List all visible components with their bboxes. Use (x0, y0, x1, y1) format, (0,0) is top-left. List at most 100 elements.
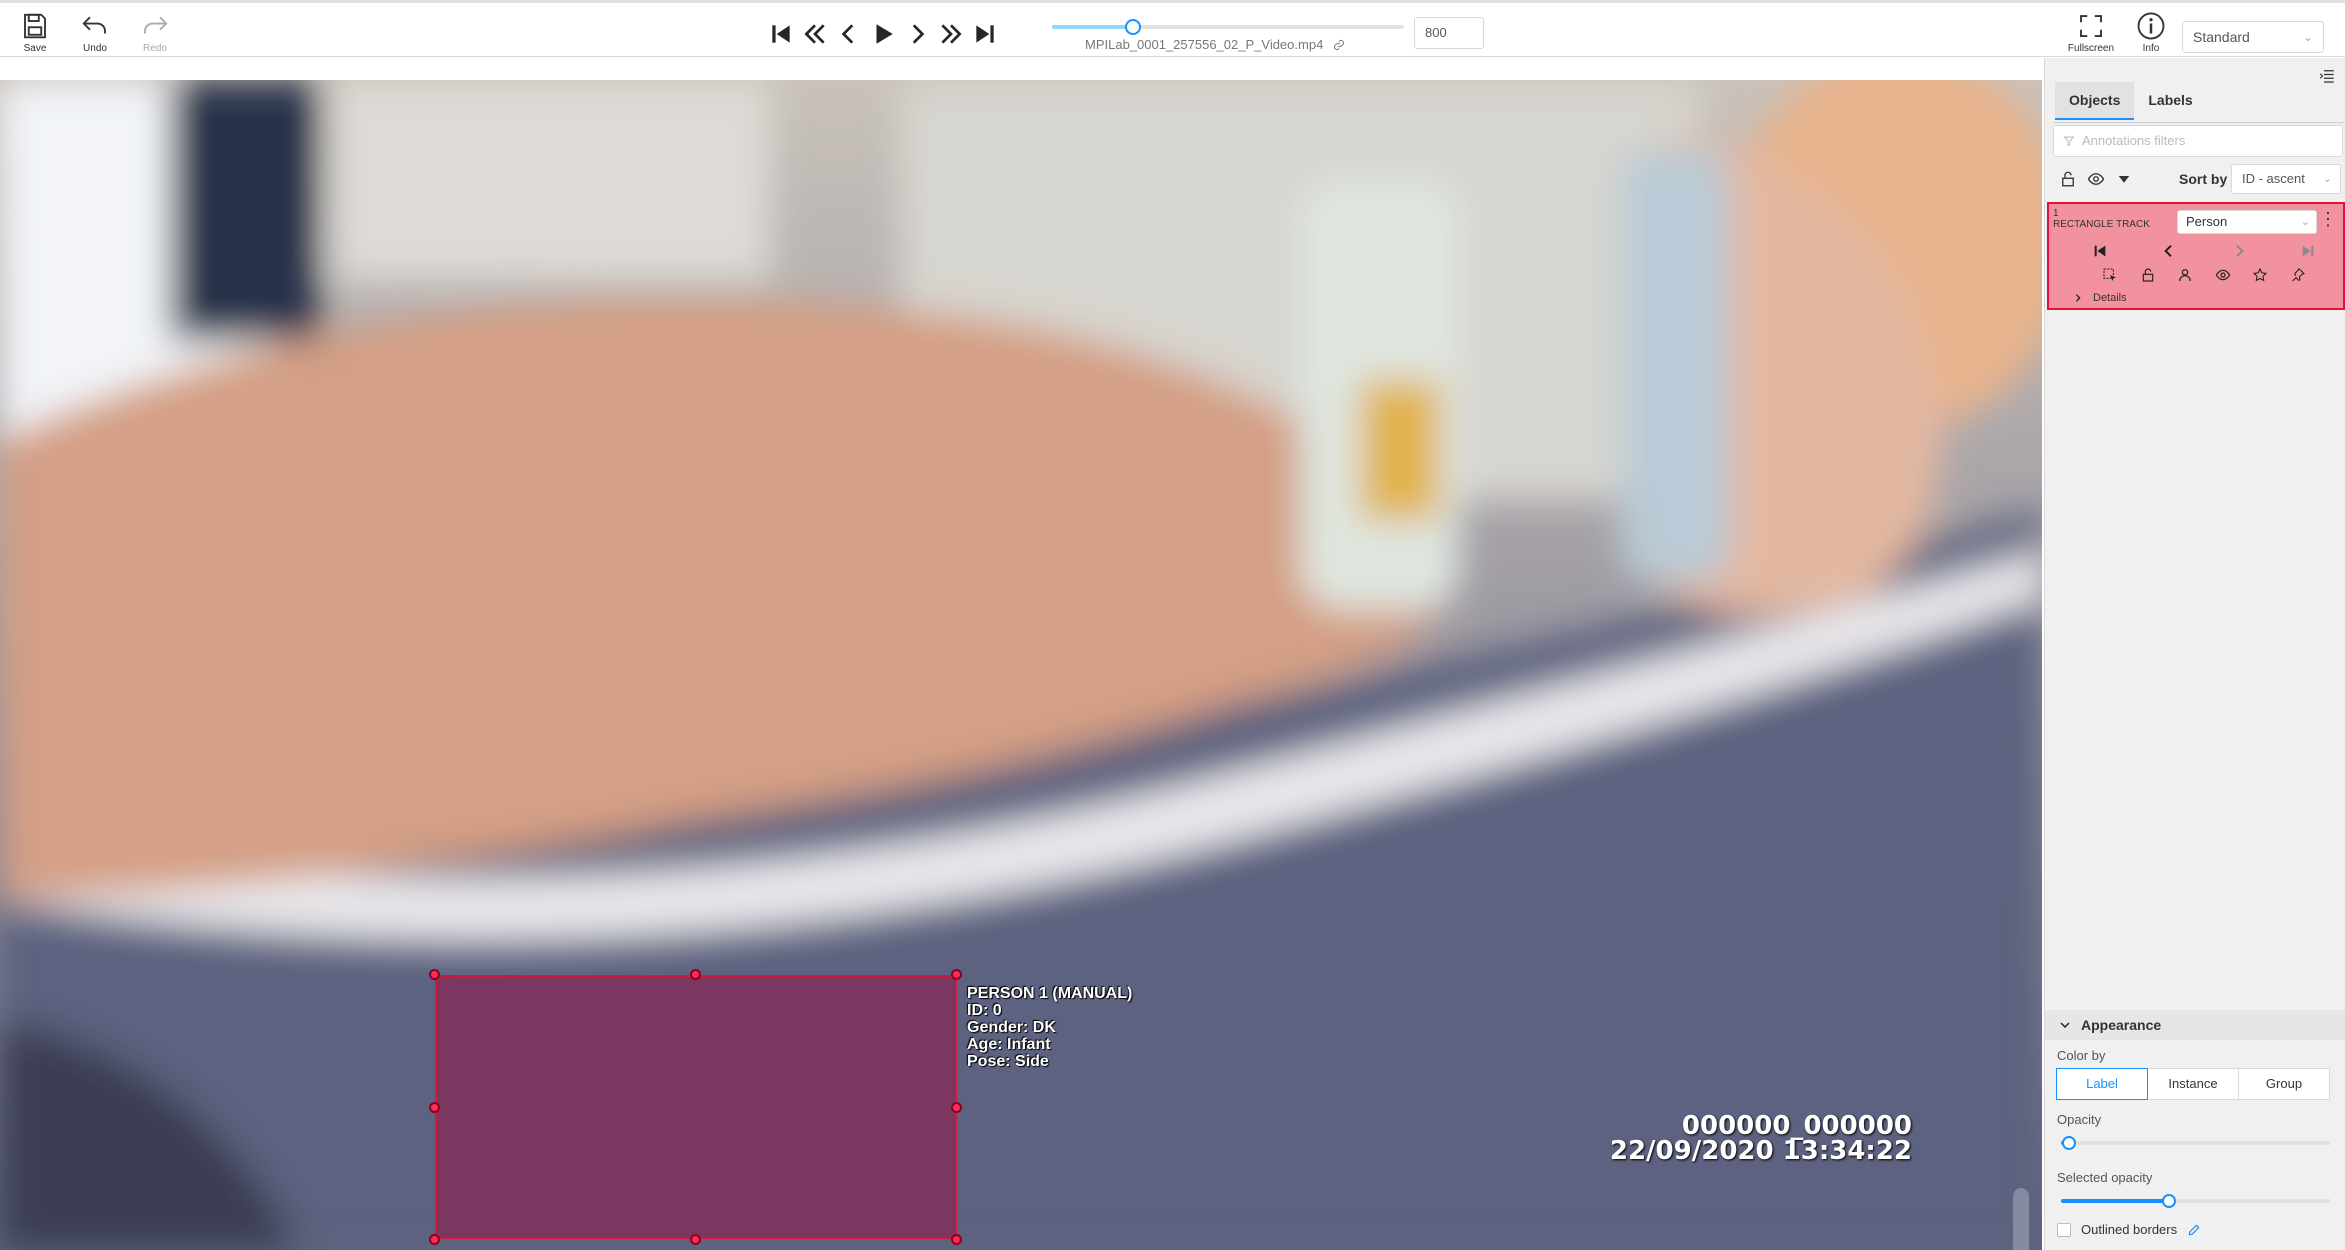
user-icon (2179, 269, 2192, 282)
info-icon (2137, 12, 2165, 40)
tab-objects[interactable]: Objects (2055, 82, 2135, 120)
chevron-down-icon (2060, 1022, 2070, 1029)
object-label-select[interactable]: Person ⌄ (2177, 210, 2317, 234)
last-keyframe-button[interactable] (2297, 240, 2319, 262)
redo-icon (144, 16, 168, 34)
filter-placeholder: Annotations filters (2082, 133, 2186, 148)
tab-labels[interactable]: Labels (2134, 82, 2206, 120)
annotation-canvas[interactable]: PERSON 1 (MANUAL) ID: 0 Gender: DK Age: … (0, 80, 2042, 1250)
next-keyframe-button[interactable] (2228, 240, 2250, 262)
unlock-icon (2142, 268, 2153, 282)
objects-sidebar: Objects Labels Annotations filters Sort … (2044, 58, 2345, 1250)
link-icon[interactable] (1333, 39, 1345, 51)
chevron-right-icon (2235, 244, 2244, 258)
undo-button[interactable]: Undo (65, 11, 125, 59)
previous-frame-button[interactable] (832, 17, 866, 51)
object-text-line: Age: Infant (967, 1036, 1051, 1053)
object-text-line: ID: 0 (967, 1002, 1002, 1019)
sort-select[interactable]: ID - ascent ⌄ (2231, 164, 2341, 194)
pin-toggle[interactable] (2287, 264, 2309, 286)
more-options-icon[interactable]: ⋮ (2319, 210, 2337, 228)
appearance-header[interactable]: Appearance (2045, 1010, 2345, 1040)
object-text-overlay: PERSON 1 (MANUAL) ID: 0 Gender: DK Age: … (967, 985, 1132, 1070)
visibility-toggle[interactable] (2212, 264, 2234, 286)
caret-down-icon[interactable] (2115, 170, 2133, 188)
edit-icon[interactable] (2187, 1223, 2201, 1237)
bbox-handle-bottom-right[interactable] (951, 1234, 962, 1245)
details-collapse[interactable]: Details (2073, 292, 2127, 304)
object-text-line: PERSON 1 (MANUAL) (967, 985, 1133, 1002)
opacity-slider-handle[interactable] (2062, 1136, 2077, 1150)
last-frame-icon (976, 25, 994, 43)
top-toolbar: Save Undo Redo MPILab_0001_257556_02_P_V… (0, 0, 2345, 57)
menu-fold-icon (2319, 70, 2334, 83)
last-frame-button[interactable] (968, 17, 1002, 51)
object-actions (2089, 264, 2319, 286)
star-icon (2253, 267, 2268, 282)
bbox-handle-top-right[interactable] (951, 969, 962, 980)
bounding-box[interactable] (435, 975, 957, 1239)
color-by-label-option[interactable]: Label (2056, 1068, 2148, 1100)
save-button[interactable]: Save (5, 11, 65, 59)
opacity-slider[interactable] (2061, 1136, 2331, 1150)
selected-opacity-slider[interactable] (2061, 1194, 2331, 1208)
occluded-toggle[interactable] (2174, 264, 2196, 286)
object-item-card[interactable]: 1 RECTANGLE TRACK Person ⌄ ⋮ Details (2047, 202, 2345, 310)
fullscreen-button[interactable]: Fullscreen (2061, 11, 2121, 59)
canvas-zoom-scrollbar[interactable] (2013, 1188, 2029, 1250)
keyframe-nav (2089, 240, 2319, 262)
double-chevron-left-icon (804, 24, 825, 44)
first-frame-icon (772, 25, 790, 43)
selected-opacity-slider-track (2061, 1199, 2169, 1203)
frame-slider[interactable] (1052, 17, 1404, 35)
outlined-borders-checkbox[interactable] (2057, 1222, 2071, 1237)
chevron-right-icon (912, 24, 925, 44)
lock-toggle[interactable] (2137, 264, 2159, 286)
forward-button[interactable] (934, 17, 968, 51)
chevron-left-icon (841, 24, 854, 44)
bbox-handle-top[interactable] (690, 969, 701, 980)
info-button[interactable]: Info (2121, 11, 2181, 59)
backward-button[interactable] (798, 17, 832, 51)
workspace-select[interactable]: Standard ⌄ (2182, 21, 2324, 53)
eye-icon[interactable] (2087, 170, 2105, 188)
chevron-right-icon (2075, 294, 2081, 302)
keyframe-toggle[interactable] (2249, 264, 2271, 286)
tabs-divider (2053, 122, 2345, 123)
color-by-group-option[interactable]: Group (2238, 1068, 2330, 1100)
outside-toggle[interactable] (2099, 264, 2121, 286)
bbox-handle-right[interactable] (951, 1102, 962, 1113)
filter-icon (2063, 136, 2075, 147)
outlined-borders-label: Outlined borders (2081, 1222, 2178, 1237)
object-label-value: Person (2186, 214, 2228, 229)
redo-button[interactable]: Redo (125, 11, 185, 59)
bbox-handle-bottom-left[interactable] (429, 1234, 440, 1245)
workspace-value: Standard (2193, 29, 2250, 45)
info-label: Info (2142, 43, 2160, 54)
first-frame-button[interactable] (764, 17, 798, 51)
object-text-line: Pose: Side (967, 1053, 1049, 1070)
color-by-instance-option[interactable]: Instance (2147, 1068, 2239, 1100)
sort-label: Sort by (2179, 171, 2228, 187)
previous-keyframe-button[interactable] (2158, 240, 2180, 262)
bbox-handle-top-left[interactable] (429, 969, 440, 980)
selected-opacity-slider-handle[interactable] (2162, 1194, 2176, 1208)
annotations-filter-input[interactable]: Annotations filters (2053, 125, 2343, 157)
bbox-handle-bottom[interactable] (690, 1234, 701, 1245)
play-icon (876, 24, 893, 44)
select-icon (2103, 268, 2116, 281)
video-frame-image (0, 80, 2042, 1250)
play-button[interactable] (866, 17, 900, 51)
unlock-icon[interactable] (2059, 170, 2077, 188)
frame-slider-handle[interactable] (1124, 19, 1141, 35)
next-frame-button[interactable] (900, 17, 934, 51)
sidebar-tabs: Objects Labels (2055, 82, 2207, 120)
frame-slider-track (1052, 25, 1133, 29)
frame-number-input[interactable]: 800 (1414, 17, 1484, 49)
outlined-borders-option[interactable]: Outlined borders (2057, 1222, 2201, 1237)
first-keyframe-button[interactable] (2089, 240, 2111, 262)
sidebar-toggle-button[interactable] (2313, 62, 2341, 90)
save-label: Save (23, 43, 47, 54)
bbox-handle-left[interactable] (429, 1102, 440, 1113)
opacity-label: Opacity (2057, 1112, 2102, 1127)
